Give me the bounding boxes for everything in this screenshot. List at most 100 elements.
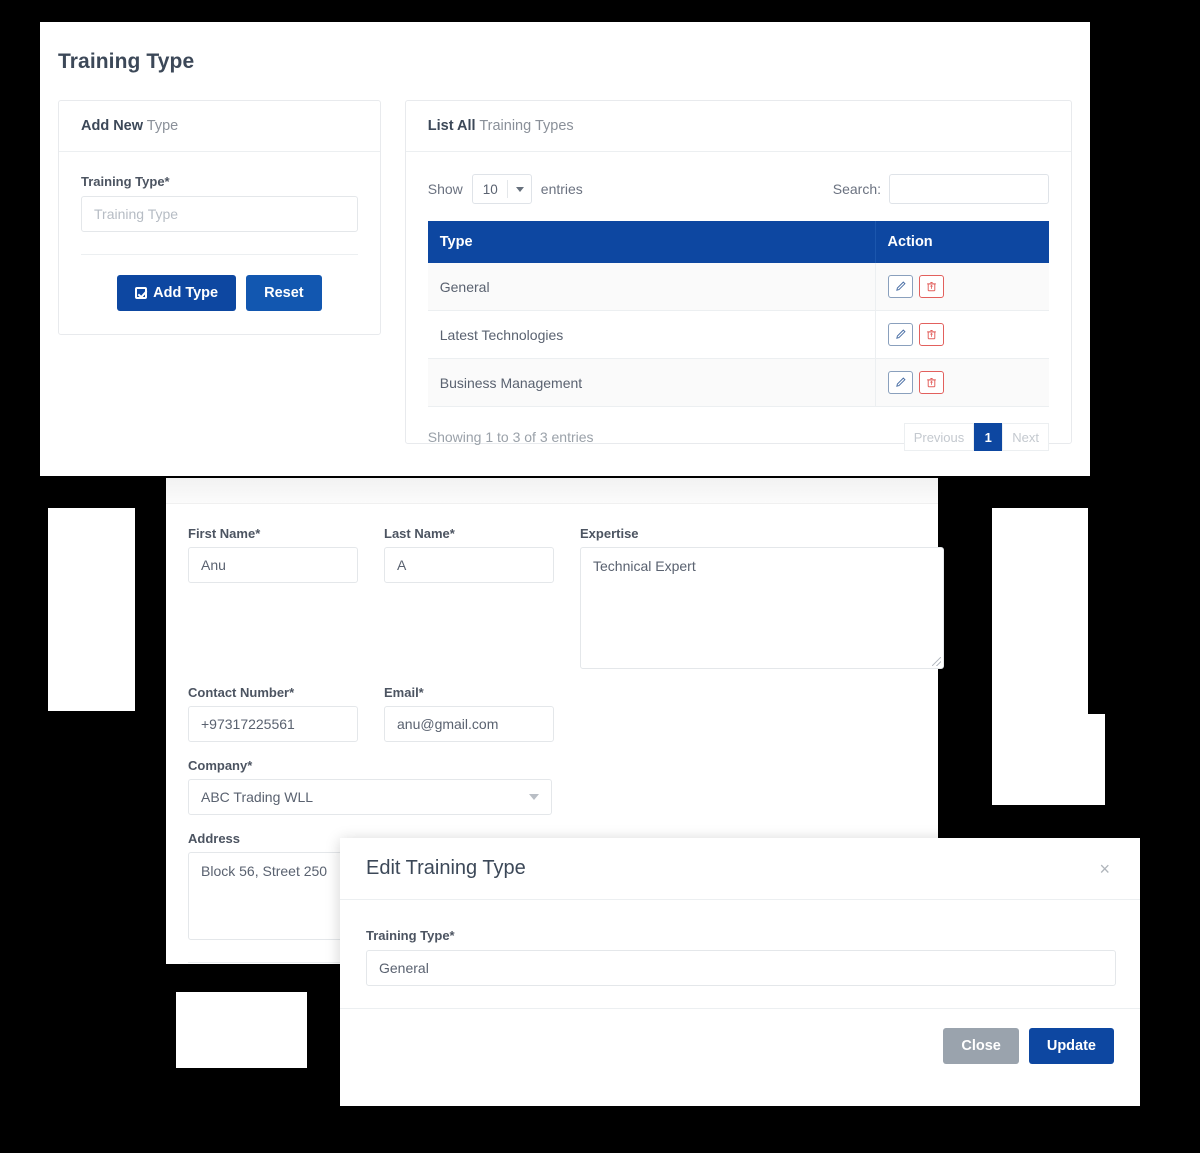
training-type-page: Training Type Add New Type Training Type…	[40, 22, 1090, 476]
search-control: Search:	[833, 174, 1049, 204]
company-label: Company*	[188, 758, 552, 773]
entries-info: Showing 1 to 3 of 3 entries	[428, 429, 594, 445]
pagination-previous[interactable]: Previous	[904, 423, 975, 451]
cards-row: Add New Type Training Type* Add Type Res…	[40, 74, 1090, 444]
chevron-down-icon	[529, 794, 539, 800]
contact-number-group: Contact Number* +97317225561	[188, 685, 358, 742]
reset-button-label: Reset	[264, 285, 304, 301]
modal-footer: Close Update	[340, 1008, 1140, 1082]
close-icon[interactable]: ×	[1095, 856, 1114, 882]
pencil-icon	[895, 329, 906, 340]
expertise-value: Technical Expert	[593, 558, 696, 574]
company-select[interactable]: ABC Trading WLL	[188, 779, 552, 815]
modal-close-button[interactable]: Close	[943, 1028, 1019, 1064]
column-header-type[interactable]: Type	[428, 221, 875, 263]
delete-row-button[interactable]	[919, 323, 944, 346]
cell-type: General	[428, 263, 875, 311]
edit-row-button[interactable]	[888, 275, 913, 298]
table-header-row: Type Action	[428, 221, 1049, 263]
address-value: Block 56, Street 250	[201, 863, 327, 879]
email-input[interactable]: anu@gmail.com	[384, 706, 554, 742]
datatable-footer: Showing 1 to 3 of 3 entries Previous 1 N…	[428, 423, 1049, 451]
edit-row-button[interactable]	[888, 323, 913, 346]
add-type-button-label: Add Type	[153, 285, 218, 301]
last-name-group: Last Name* A	[384, 526, 554, 669]
pencil-icon	[895, 377, 906, 388]
add-new-type-card-body: Training Type* Add Type Reset	[59, 152, 380, 329]
add-new-type-button-row: Add Type Reset	[81, 254, 358, 311]
page-title: Training Type	[40, 22, 1090, 74]
show-label: Show	[428, 181, 463, 197]
pagination-next[interactable]: Next	[1002, 423, 1049, 451]
pagination: Previous 1 Next	[904, 423, 1049, 451]
contact-number-label: Contact Number*	[188, 685, 358, 700]
form-row-3: Company* ABC Trading WLL	[188, 758, 916, 831]
first-name-group: First Name* Anu	[188, 526, 358, 669]
modal-training-type-input[interactable]: General	[366, 950, 1116, 986]
resize-handle-icon[interactable]	[932, 657, 941, 666]
cell-action	[875, 311, 1049, 359]
panel-topbar	[166, 478, 938, 504]
entries-label: entries	[541, 181, 583, 197]
training-type-label: Training Type*	[81, 174, 358, 189]
modal-title: Edit Training Type	[366, 857, 526, 880]
pagination-page-1[interactable]: 1	[974, 423, 1002, 451]
page-length-value: 10	[483, 182, 498, 197]
trash-icon	[926, 377, 937, 388]
email-group: Email* anu@gmail.com	[384, 685, 554, 742]
training-types-table: Type Action General	[428, 221, 1049, 407]
last-name-input[interactable]: A	[384, 547, 554, 583]
search-input[interactable]	[889, 174, 1049, 204]
trash-icon	[926, 329, 937, 340]
company-selected-value: ABC Trading WLL	[201, 789, 313, 805]
background-block-right-upper	[992, 508, 1088, 715]
search-label: Search:	[833, 181, 881, 197]
datatable-controls: Show 10 entries Search:	[428, 174, 1049, 204]
table-head: Type Action	[428, 221, 1049, 263]
add-new-type-header-rest: Type	[143, 118, 178, 134]
expertise-group: Expertise Technical Expert	[580, 526, 944, 669]
add-new-type-card: Add New Type Training Type* Add Type Res…	[58, 100, 381, 335]
add-new-type-card-header: Add New Type	[59, 101, 380, 152]
reset-button[interactable]: Reset	[246, 275, 322, 311]
trash-icon	[926, 281, 937, 292]
delete-row-button[interactable]	[919, 275, 944, 298]
cell-type: Latest Technologies	[428, 311, 875, 359]
modal-update-button-label: Update	[1047, 1038, 1096, 1054]
table-row: General	[428, 263, 1049, 311]
list-all-header-rest: Training Types	[476, 118, 574, 134]
checkbox-check-icon	[135, 287, 147, 299]
modal-header: Edit Training Type ×	[340, 838, 1140, 900]
chevron-down-icon	[516, 187, 524, 192]
expertise-textarea[interactable]: Technical Expert	[580, 547, 944, 669]
form-row-1: First Name* Anu Last Name* A Expertise T…	[188, 526, 916, 685]
modal-body: Training Type* General	[340, 900, 1140, 1008]
list-all-header-bold: List All	[428, 118, 476, 134]
edit-row-button[interactable]	[888, 371, 913, 394]
last-name-label: Last Name*	[384, 526, 554, 541]
add-type-button[interactable]: Add Type	[117, 275, 236, 311]
modal-close-button-label: Close	[961, 1038, 1001, 1054]
table-body: General	[428, 263, 1049, 407]
cell-action	[875, 359, 1049, 407]
training-type-input[interactable]	[81, 196, 358, 232]
select-separator	[507, 180, 508, 198]
first-name-input[interactable]: Anu	[188, 547, 358, 583]
list-all-card-header: List All Training Types	[406, 101, 1071, 152]
edit-training-type-modal: Edit Training Type × Training Type* Gene…	[340, 838, 1140, 1106]
contact-number-input[interactable]: +97317225561	[188, 706, 358, 742]
background-block-right-lower	[992, 714, 1105, 805]
page-length-select[interactable]: 10	[472, 174, 532, 204]
background-block-left	[48, 508, 135, 711]
background-block-bottom	[176, 992, 307, 1068]
expertise-label: Expertise	[580, 526, 944, 541]
modal-update-button[interactable]: Update	[1029, 1028, 1114, 1064]
column-header-action[interactable]: Action	[875, 221, 1049, 263]
pencil-icon	[895, 281, 906, 292]
delete-row-button[interactable]	[919, 371, 944, 394]
table-row: Business Management	[428, 359, 1049, 407]
modal-training-type-label: Training Type*	[366, 928, 1114, 943]
add-new-type-header-bold: Add New	[81, 118, 143, 134]
page-length-control: Show 10 entries	[428, 174, 583, 204]
form-row-2: Contact Number* +97317225561 Email* anu@…	[188, 685, 916, 758]
